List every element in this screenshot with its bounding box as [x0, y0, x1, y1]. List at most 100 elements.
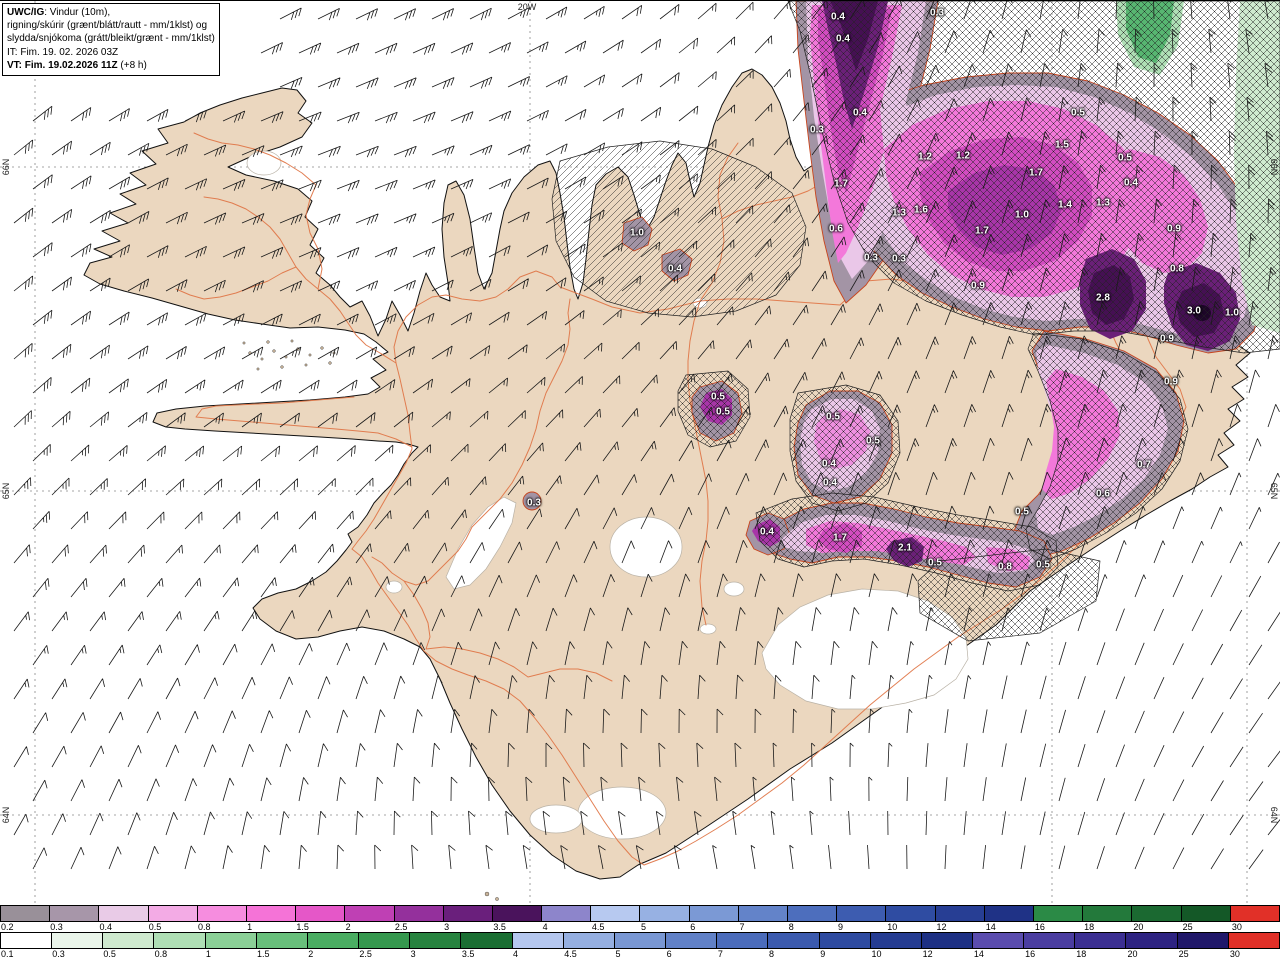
legend-cell	[1, 933, 53, 948]
legend-tick-label: 4.5	[564, 949, 577, 959]
legend-cell	[984, 906, 1034, 921]
legend-cell	[563, 933, 615, 948]
precip-value-label: 3.0	[1187, 305, 1201, 317]
legend-cell	[1, 906, 51, 921]
legend-tick-label: 12	[922, 949, 933, 959]
legend-cell	[410, 933, 462, 948]
precip-value-label: 1.0	[630, 227, 644, 239]
precip-value-label: 0.3	[930, 7, 944, 19]
legend-cell	[1177, 933, 1229, 948]
legend-tick-label: 6	[666, 949, 672, 959]
precip-value-label: 1.7	[975, 225, 989, 237]
legend-tick-label: 10	[887, 922, 898, 932]
precip-value-label: 0.9	[1164, 376, 1178, 388]
precip-value-label: 0.4	[668, 263, 682, 275]
valid-time: VT: Fim. 19.02.2026 11Z	[7, 59, 118, 71]
graticule-label: 64N	[1269, 806, 1279, 824]
precip-value-label: 0.6	[829, 223, 843, 235]
precip-value-label: 0.5	[1015, 506, 1029, 518]
precip-value-label: 0.3	[810, 124, 824, 136]
legend-cell	[52, 933, 104, 948]
precip-value-label: 1.0	[1015, 209, 1029, 221]
legend-tick-label: 0.8	[197, 922, 211, 932]
legend-tick-label: 3	[410, 949, 416, 959]
legend-cell	[443, 906, 493, 921]
precip-value-label: 1.7	[1029, 167, 1043, 179]
legend-cell	[256, 933, 308, 948]
legend-tick-label: 18	[1076, 949, 1087, 959]
valid-time-offset: (+8 h)	[117, 59, 147, 71]
legend-tick-label: 1.5	[257, 949, 270, 959]
precip-value-label: 0.4	[836, 33, 850, 45]
legend-cell	[359, 933, 411, 948]
legend-tick-label: 30	[1231, 922, 1242, 932]
legend-tick-label: 2.5	[359, 949, 372, 959]
legend-cell	[788, 906, 838, 921]
precip-value-label: 0.4	[1124, 177, 1138, 189]
legend-tick-label: 8	[769, 949, 775, 959]
precip-value-label: 0.7	[1137, 459, 1151, 471]
legend-cell	[935, 906, 985, 921]
legend-cell	[1126, 933, 1178, 948]
legend-tick-label: 0.4	[99, 922, 112, 932]
precip-value-label: 0.8	[1170, 263, 1184, 275]
precip-value-label: 0.9	[1167, 223, 1181, 235]
legend-cell	[542, 906, 592, 921]
weather-map-page: 20W 66N 65N 64N 66N 65N 64N 0.4 0.3 0.4 0.4 0.3 0.5…	[0, 0, 1280, 960]
legend-cell	[886, 906, 936, 921]
legend-cell	[345, 906, 395, 921]
legend-tick-label: 9	[837, 922, 843, 932]
precip-value-label: 0.5	[826, 411, 840, 423]
precip-value-label: 0.6	[1096, 488, 1110, 500]
precip-value-label: 1.6	[914, 204, 928, 216]
precip-value-label: 0.5	[866, 435, 880, 447]
legend-cell	[307, 933, 360, 948]
legend-tick-label: 2	[308, 949, 314, 959]
map-graphics	[0, 1, 1280, 906]
precip-value-label: 1.3	[1096, 197, 1110, 209]
legend-tick-label: 14	[973, 949, 984, 959]
legend-cell	[921, 933, 973, 948]
legend-tick-label: 3.5	[461, 949, 475, 959]
legend-tick-label: 25	[1178, 949, 1189, 959]
legend-tick-label: 2.5	[394, 922, 408, 932]
legend-cell	[154, 933, 206, 948]
precip-legend: 0.2 0.3 0.4 0.5 0.8 1 1.5 2 2.5 3 3.5 4 4.5 5 6 7 8 9 10 12…	[0, 905, 1280, 960]
legend-colorbar-rain	[0, 932, 1280, 949]
legend-cell	[689, 906, 739, 921]
legend-ticks-snow: 0.2 0.3 0.4 0.5 0.8 1 1.5 2 2.5 3 3.5 4 4.5 5 6 7 8 9 10 12…	[0, 922, 1280, 932]
legend-tick-label: 9	[820, 949, 826, 959]
legend-row-rain: 0.1 0.3 0.5 0.8 1 1.5 2 2.5 3 3.5 4 4.5 5 6 7 8 9 10 12 14 1…	[0, 932, 1280, 959]
title-line1: UWC/IG: Vindur (10m),	[7, 6, 215, 19]
legend-cell	[666, 933, 718, 948]
precip-value-label: 0.4	[831, 11, 845, 23]
precip-value-label: 0.4	[853, 107, 867, 119]
legend-tick-label: 16	[1034, 922, 1045, 932]
legend-tick-label: 16	[1025, 949, 1036, 959]
legend-cell	[1230, 906, 1279, 921]
legend-cell	[512, 933, 564, 948]
legend-tick-label: 1	[247, 922, 253, 932]
legend-cell	[205, 933, 257, 948]
model-subtitle: : Vindur (10m),	[44, 7, 111, 18]
legend-tick-label: 7	[717, 949, 723, 959]
legend-cell	[296, 906, 346, 921]
legend-tick-label: 4	[513, 949, 519, 959]
forecast-title-box: UWC/IG: Vindur (10m), rigning/skúrir (gr…	[2, 3, 220, 76]
legend-cell	[461, 933, 513, 948]
graticule-label: 66N	[1, 158, 11, 176]
legend-tick-label: 10	[871, 949, 882, 959]
legend-cell	[1228, 933, 1279, 948]
graticule-label: 65N	[1269, 482, 1279, 500]
legend-tick-label: 3.5	[493, 922, 506, 932]
legend-tick-label: 6	[690, 922, 696, 932]
legend-cell	[50, 906, 100, 921]
legend-cell	[1024, 933, 1076, 948]
precip-value-label: 0.9	[1160, 333, 1174, 345]
precip-value-label: 0.4	[822, 458, 836, 470]
precip-value-label: 0.9	[971, 280, 985, 292]
model-name: UWC/IG	[7, 7, 45, 18]
title-line3: slydda/snjókoma (grátt/bleikt/grænt - mm…	[7, 33, 215, 45]
legend-cell	[870, 933, 922, 948]
legend-tick-label: 20	[1127, 949, 1138, 959]
